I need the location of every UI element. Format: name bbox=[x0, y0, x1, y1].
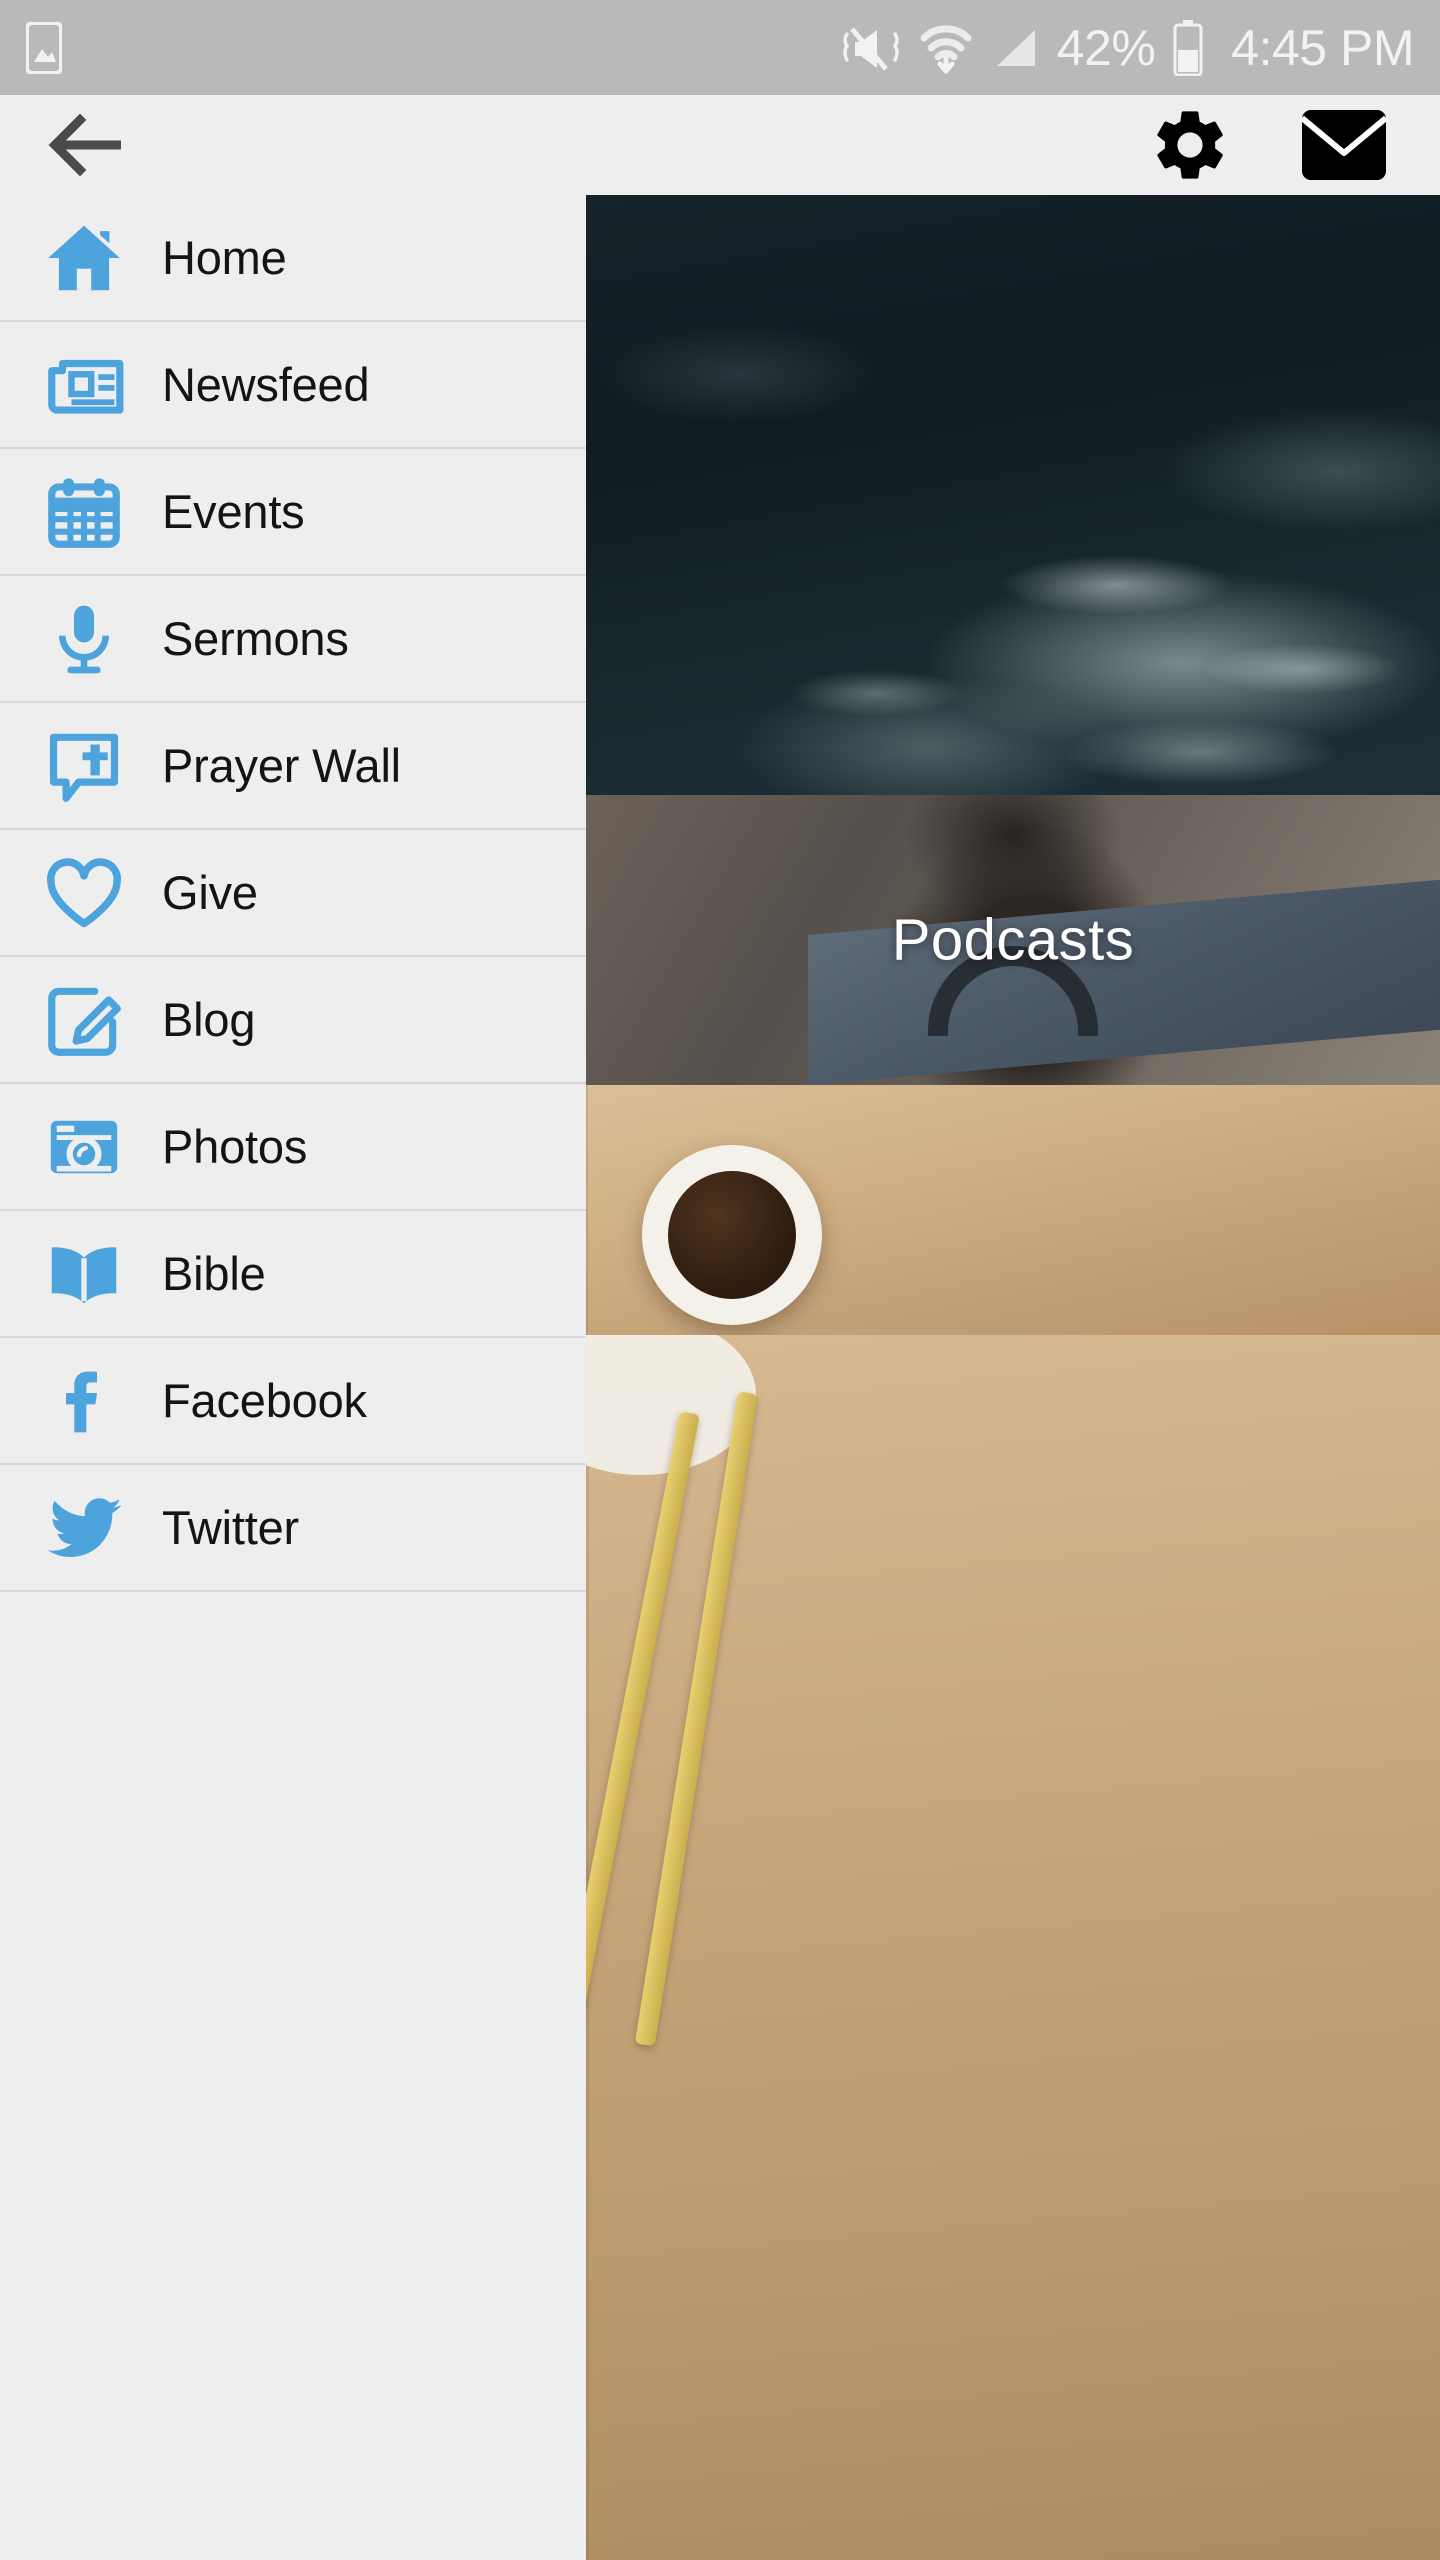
battery-icon bbox=[1173, 19, 1203, 76]
nav-label: Photos bbox=[162, 1120, 308, 1173]
podcasts-label: Podcasts bbox=[891, 907, 1135, 973]
clock-time: 4:45 PM bbox=[1231, 19, 1414, 76]
nav-item-facebook[interactable]: Facebook bbox=[0, 1338, 586, 1465]
nav-item-photos[interactable]: Photos bbox=[0, 1084, 586, 1211]
microphone-icon bbox=[38, 593, 130, 685]
signal-icon bbox=[991, 24, 1039, 72]
nav-item-events[interactable]: Events bbox=[0, 449, 586, 576]
wood-card[interactable] bbox=[586, 1335, 1440, 2560]
camera-icon bbox=[38, 1101, 130, 1193]
content-panel: Podcasts bbox=[586, 195, 1440, 2560]
gear-icon bbox=[1157, 111, 1223, 179]
app-bar bbox=[0, 95, 1440, 195]
wood-image bbox=[586, 1335, 1440, 2560]
wifi-icon bbox=[919, 22, 973, 74]
nav-item-prayer-wall[interactable]: Prayer Wall bbox=[0, 703, 586, 830]
ocean-card[interactable] bbox=[586, 195, 1440, 795]
facebook-icon bbox=[38, 1355, 130, 1447]
navigation-drawer: Home Newsfeed Events Sermons Prayer Wall… bbox=[0, 195, 586, 2560]
back-button[interactable] bbox=[42, 100, 132, 190]
nav-label: Events bbox=[162, 485, 305, 538]
mute-vibrate-icon bbox=[841, 22, 901, 74]
ocean-foam bbox=[586, 495, 1440, 795]
status-bar: 42% 4:45 PM bbox=[0, 0, 1440, 95]
nav-item-blog[interactable]: Blog bbox=[0, 957, 586, 1084]
calendar-icon bbox=[38, 466, 130, 558]
speech-bubble-cross-icon bbox=[38, 720, 130, 812]
nav-label: Twitter bbox=[162, 1501, 300, 1554]
nav-label: Facebook bbox=[162, 1374, 367, 1427]
nav-label: Newsfeed bbox=[162, 358, 370, 411]
nav-item-bible[interactable]: Bible bbox=[0, 1211, 586, 1338]
nav-label: Blog bbox=[162, 993, 256, 1046]
nav-item-sermons[interactable]: Sermons bbox=[0, 576, 586, 703]
nav-label: Home bbox=[162, 231, 287, 284]
envelope-icon bbox=[1300, 110, 1388, 180]
open-book-icon bbox=[38, 1228, 130, 1320]
newspaper-icon bbox=[38, 339, 130, 431]
nav-label: Sermons bbox=[162, 612, 349, 665]
image-icon bbox=[26, 21, 62, 74]
home-icon bbox=[38, 212, 130, 304]
battery-percent: 42% bbox=[1056, 19, 1156, 76]
status-bar-right: 42% 4:45 PM bbox=[841, 19, 1414, 76]
nav-label: Bible bbox=[162, 1247, 266, 1300]
nav-item-give[interactable]: Give bbox=[0, 830, 586, 957]
heart-icon bbox=[38, 847, 130, 939]
nav-item-home[interactable]: Home bbox=[0, 195, 586, 322]
mail-button[interactable] bbox=[1296, 97, 1392, 193]
settings-button[interactable] bbox=[1142, 97, 1238, 193]
podcasts-card[interactable]: Podcasts bbox=[586, 795, 1440, 1085]
app-bar-actions bbox=[1142, 97, 1392, 193]
nav-label: Give bbox=[162, 866, 258, 919]
pencil-edit-icon bbox=[38, 974, 130, 1066]
coffee-card[interactable] bbox=[586, 1085, 1440, 1335]
back-arrow-icon bbox=[48, 114, 121, 176]
nav-item-twitter[interactable]: Twitter bbox=[0, 1465, 586, 1592]
status-bar-left bbox=[26, 21, 62, 74]
coffee-cup bbox=[642, 1145, 822, 1325]
nav-label: Prayer Wall bbox=[162, 739, 401, 792]
twitter-bird-icon bbox=[38, 1482, 130, 1574]
nav-item-newsfeed[interactable]: Newsfeed bbox=[0, 322, 586, 449]
